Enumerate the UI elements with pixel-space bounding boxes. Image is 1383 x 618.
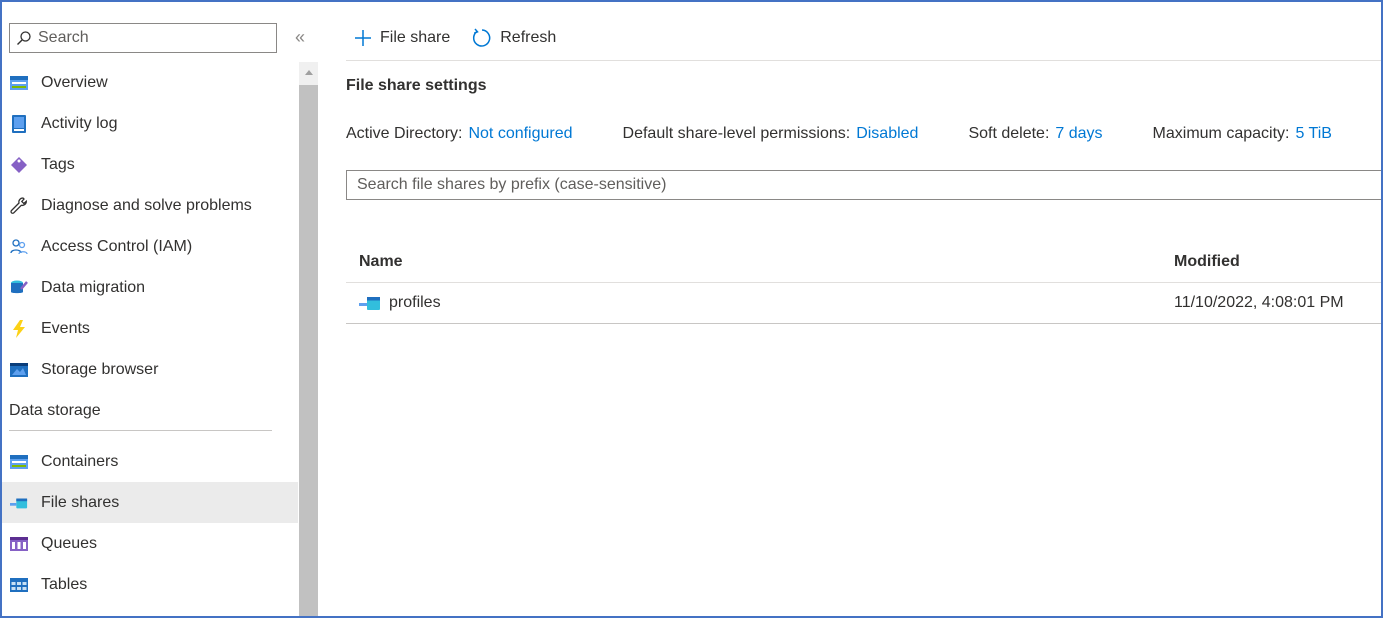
setting-max-capacity: Maximum capacity: 5 TiB: [1153, 125, 1332, 143]
sidebar-item-containers[interactable]: Containers: [2, 441, 298, 482]
sidebar-search-box[interactable]: [9, 23, 277, 53]
scroll-up-arrow-icon[interactable]: [299, 62, 318, 82]
setting-active-directory: Active Directory: Not configured: [346, 125, 573, 143]
sidebar-item-label: Diagnose and solve problems: [41, 196, 252, 214]
sidebar-item-tables[interactable]: Tables: [2, 564, 298, 605]
add-file-share-label: File share: [380, 29, 451, 46]
sidebar-item-label: File shares: [41, 493, 120, 511]
sidebar-item-diagnose[interactable]: Diagnose and solve problems: [2, 185, 298, 226]
data-migration-icon: [10, 279, 28, 297]
file-share-icon: [359, 294, 381, 312]
refresh-icon: [472, 28, 492, 48]
storage-browser-icon: [10, 361, 28, 379]
soft-delete-link[interactable]: 7 days: [1055, 125, 1102, 143]
sidebar-item-overview[interactable]: Overview: [2, 62, 298, 103]
table-row[interactable]: profiles 11/10/2022, 4:08:01 PM: [346, 283, 1381, 324]
tag-icon: [10, 156, 28, 174]
sidebar-item-label: Events: [41, 319, 90, 337]
setting-key: Soft delete:: [968, 125, 1050, 142]
permissions-link[interactable]: Disabled: [856, 125, 918, 143]
sidebar-item-label: Tags: [41, 155, 75, 173]
setting-key: Default share-level permissions:: [622, 125, 851, 142]
container-icon: [10, 453, 28, 471]
queue-icon: [10, 535, 28, 553]
settings-row: Active Directory: Not configured Default…: [346, 125, 1381, 143]
sidebar-item-tags[interactable]: Tags: [2, 144, 298, 185]
sidebar-search-input[interactable]: [38, 29, 268, 47]
plus-icon: [354, 29, 372, 47]
search-icon: [16, 30, 32, 46]
sidebar-item-label: Storage browser: [41, 360, 159, 378]
collapse-sidebar-button[interactable]: «: [290, 26, 310, 48]
main-content: File share Refresh File share settings A…: [332, 2, 1381, 616]
toolbar-divider: [346, 60, 1381, 61]
file-share-icon: [10, 494, 28, 512]
scrollbar-thumb[interactable]: [299, 85, 318, 616]
column-header-name[interactable]: Name: [346, 253, 1174, 271]
sidebar-item-label: Tables: [41, 575, 88, 593]
setting-soft-delete: Soft delete: 7 days: [968, 125, 1102, 143]
sidebar-scrollbar[interactable]: [299, 62, 318, 616]
command-bar: File share Refresh: [332, 18, 558, 58]
sidebar-item-label: Overview: [41, 73, 108, 91]
sidebar-item-activity-log[interactable]: Activity log: [2, 103, 298, 144]
sidebar: « Overview Activity log Tags: [2, 2, 318, 616]
active-directory-link[interactable]: Not configured: [468, 125, 572, 143]
activity-log-icon: [10, 114, 28, 133]
file-share-name-link[interactable]: profiles: [389, 294, 441, 312]
table-icon: [10, 576, 28, 594]
sidebar-item-events[interactable]: Events: [2, 308, 298, 349]
sidebar-item-label: Containers: [41, 452, 119, 470]
sidebar-item-label: Data migration: [41, 278, 146, 296]
wrench-icon: [10, 196, 28, 215]
sidebar-item-label: Access Control (IAM): [41, 237, 193, 255]
section-header-data-storage: Data storage: [2, 390, 298, 431]
sidebar-item-access-control[interactable]: Access Control (IAM): [2, 226, 298, 267]
settings-title: File share settings: [346, 77, 487, 94]
refresh-button[interactable]: Refresh: [472, 28, 556, 48]
sidebar-nav: Overview Activity log Tags Diagnose and …: [2, 62, 298, 605]
setting-key: Active Directory:: [346, 125, 463, 142]
setting-permissions: Default share-level permissions: Disable…: [623, 125, 919, 143]
sidebar-item-label: Activity log: [41, 114, 118, 132]
table-cell-name: profiles: [346, 294, 1174, 312]
add-file-share-button[interactable]: File share: [354, 29, 450, 47]
file-share-search-input[interactable]: [347, 171, 1381, 199]
sidebar-item-storage-browser[interactable]: Storage browser: [2, 349, 298, 390]
column-header-modified[interactable]: Modified: [1174, 253, 1381, 271]
lightning-icon: [10, 319, 28, 338]
overview-icon: [10, 74, 28, 92]
sidebar-item-queues[interactable]: Queues: [2, 523, 298, 564]
sidebar-item-file-shares[interactable]: File shares: [2, 482, 298, 523]
file-share-filter-box[interactable]: [346, 170, 1381, 200]
file-shares-table: Name Modified profiles 11/10/2022, 4:08:…: [346, 242, 1381, 324]
table-header: Name Modified: [346, 242, 1381, 283]
table-cell-modified: 11/10/2022, 4:08:01 PM: [1174, 294, 1344, 311]
sidebar-item-data-migration[interactable]: Data migration: [2, 267, 298, 308]
max-capacity-link[interactable]: 5 TiB: [1295, 125, 1331, 143]
sidebar-item-label: Queues: [41, 534, 98, 552]
setting-key: Maximum capacity:: [1152, 125, 1290, 142]
refresh-label: Refresh: [500, 29, 557, 46]
window-frame: « Overview Activity log Tags: [0, 0, 1383, 618]
people-icon: [10, 238, 28, 256]
